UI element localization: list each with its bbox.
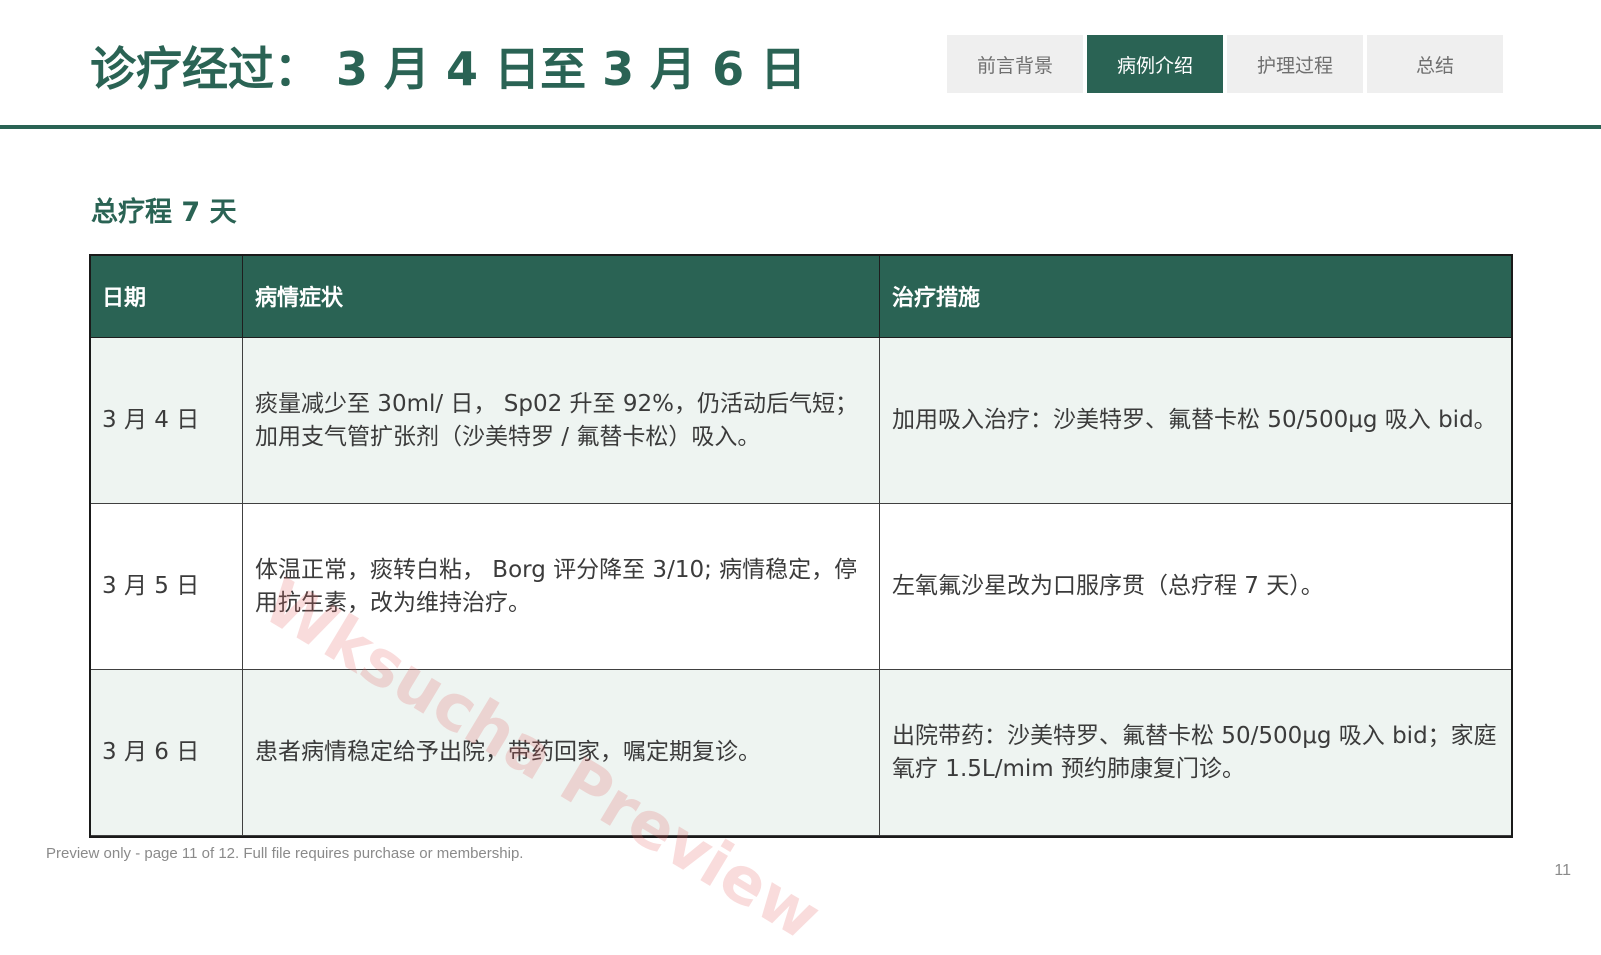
header-divider [0, 125, 1601, 129]
tab-nursing-process[interactable]: 护理过程 [1227, 35, 1363, 93]
section-subtitle: 总疗程 7 天 [91, 197, 237, 228]
section-nav: 前言背景 病例介绍 护理过程 总结 [947, 35, 1507, 93]
table-header-row: 日期 病情症状 治疗措施 [89, 254, 1513, 338]
treatment-course-table: 日期 病情症状 治疗措施 3 月 4 日 痰量减少至 30ml/ 日， Sp02… [89, 254, 1513, 836]
table-row: 3 月 6 日 患者病情稳定给予出院，带药回家，嘱定期复诊。 出院带药：沙美特罗… [89, 669, 1513, 836]
table-row: 3 月 4 日 痰量减少至 30ml/ 日， Sp02 升至 92%，仍活动后气… [89, 337, 1513, 504]
footer-preview-note: Preview only - page 11 of 12. Full file … [46, 845, 524, 862]
date-cell: 3 月 4 日 [89, 337, 243, 504]
date-cell: 3 月 5 日 [89, 503, 243, 670]
column-header-symptoms: 病情症状 [242, 254, 880, 338]
tab-summary[interactable]: 总结 [1367, 35, 1503, 93]
page-title: 诊疗经过： 3 月 4 日至 3 月 6 日 [90, 42, 807, 96]
page-number: 11 [1554, 862, 1571, 879]
tab-background[interactable]: 前言背景 [947, 35, 1083, 93]
symptoms-cell: 体温正常，痰转白粘， Borg 评分降至 3/10; 病情稳定，停用抗生素，改为… [242, 503, 880, 670]
column-header-date: 日期 [89, 254, 243, 338]
symptoms-cell: 痰量减少至 30ml/ 日， Sp02 升至 92%，仍活动后气短；加用支气管扩… [242, 337, 880, 504]
tab-case-introduction[interactable]: 病例介绍 [1087, 35, 1223, 93]
treatment-cell: 出院带药：沙美特罗、氟替卡松 50/500μg 吸入 bid；家庭氧疗 1.5L… [879, 669, 1513, 836]
date-cell: 3 月 6 日 [89, 669, 243, 836]
symptoms-cell: 患者病情稳定给予出院，带药回家，嘱定期复诊。 [242, 669, 880, 836]
treatment-cell: 左氧氟沙星改为口服序贯（总疗程 7 天）。 [879, 503, 1513, 670]
column-header-treatment: 治疗措施 [879, 254, 1513, 338]
table-row: 3 月 5 日 体温正常，痰转白粘， Borg 评分降至 3/10; 病情稳定，… [89, 503, 1513, 670]
treatment-cell: 加用吸入治疗：沙美特罗、氟替卡松 50/500μg 吸入 bid。 [879, 337, 1513, 504]
